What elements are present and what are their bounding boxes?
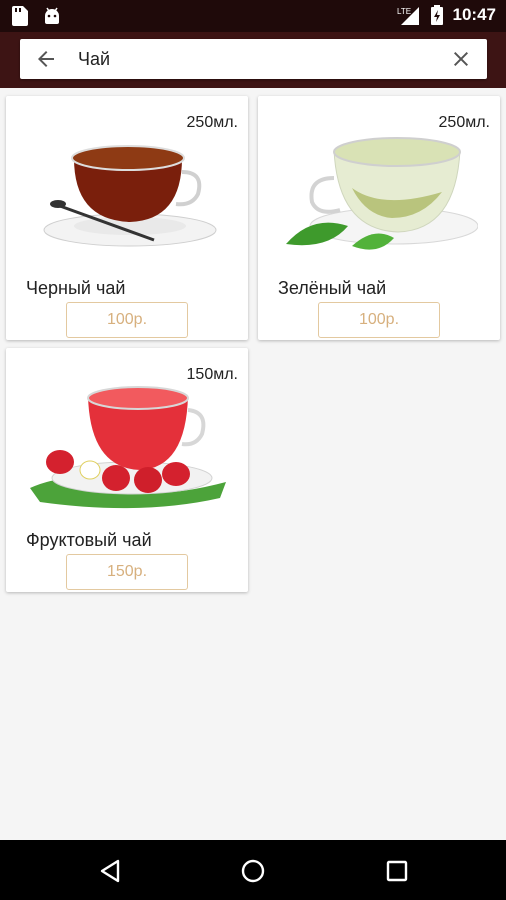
toolbar xyxy=(0,32,506,88)
close-icon[interactable] xyxy=(449,47,473,71)
price-button[interactable]: 100р. xyxy=(66,302,188,338)
navigation-bar xyxy=(0,840,506,900)
signal-lte-icon: LTE xyxy=(397,7,419,25)
fruit-tea-cup-image xyxy=(30,386,226,509)
product-grid: 250мл. Черный чай 100р. 250мл. Зелёный ч… xyxy=(0,88,506,840)
product-card[interactable]: 250мл. Черный чай 100р. xyxy=(6,96,248,340)
network-type-label: LTE xyxy=(397,7,411,16)
nav-back-icon[interactable] xyxy=(98,858,124,884)
nav-recents-icon[interactable] xyxy=(384,858,410,884)
product-name: Фруктовый чай xyxy=(26,530,152,550)
clock: 10:47 xyxy=(452,5,496,24)
back-arrow-icon[interactable] xyxy=(34,47,58,71)
status-bar: LTE 10:47 xyxy=(0,0,506,32)
nav-home-icon[interactable] xyxy=(240,858,266,884)
search-input[interactable] xyxy=(78,47,418,71)
sd-card-icon xyxy=(12,6,28,26)
product-card[interactable]: 250мл. Зелёный чай 100р. xyxy=(258,96,500,340)
product-card[interactable]: 150мл. Фруктовый чай 150р. xyxy=(6,348,248,592)
android-debug-icon xyxy=(45,7,59,24)
price-button[interactable]: 150р. xyxy=(66,554,188,590)
battery-charging-icon xyxy=(430,5,443,25)
product-name: Зелёный чай xyxy=(278,278,387,298)
black-tea-cup-image xyxy=(43,145,217,247)
search-bar xyxy=(20,39,487,79)
product-name: Черный чай xyxy=(26,278,126,298)
price-button[interactable]: 100р. xyxy=(318,302,440,338)
green-tea-cup-image xyxy=(286,137,478,250)
